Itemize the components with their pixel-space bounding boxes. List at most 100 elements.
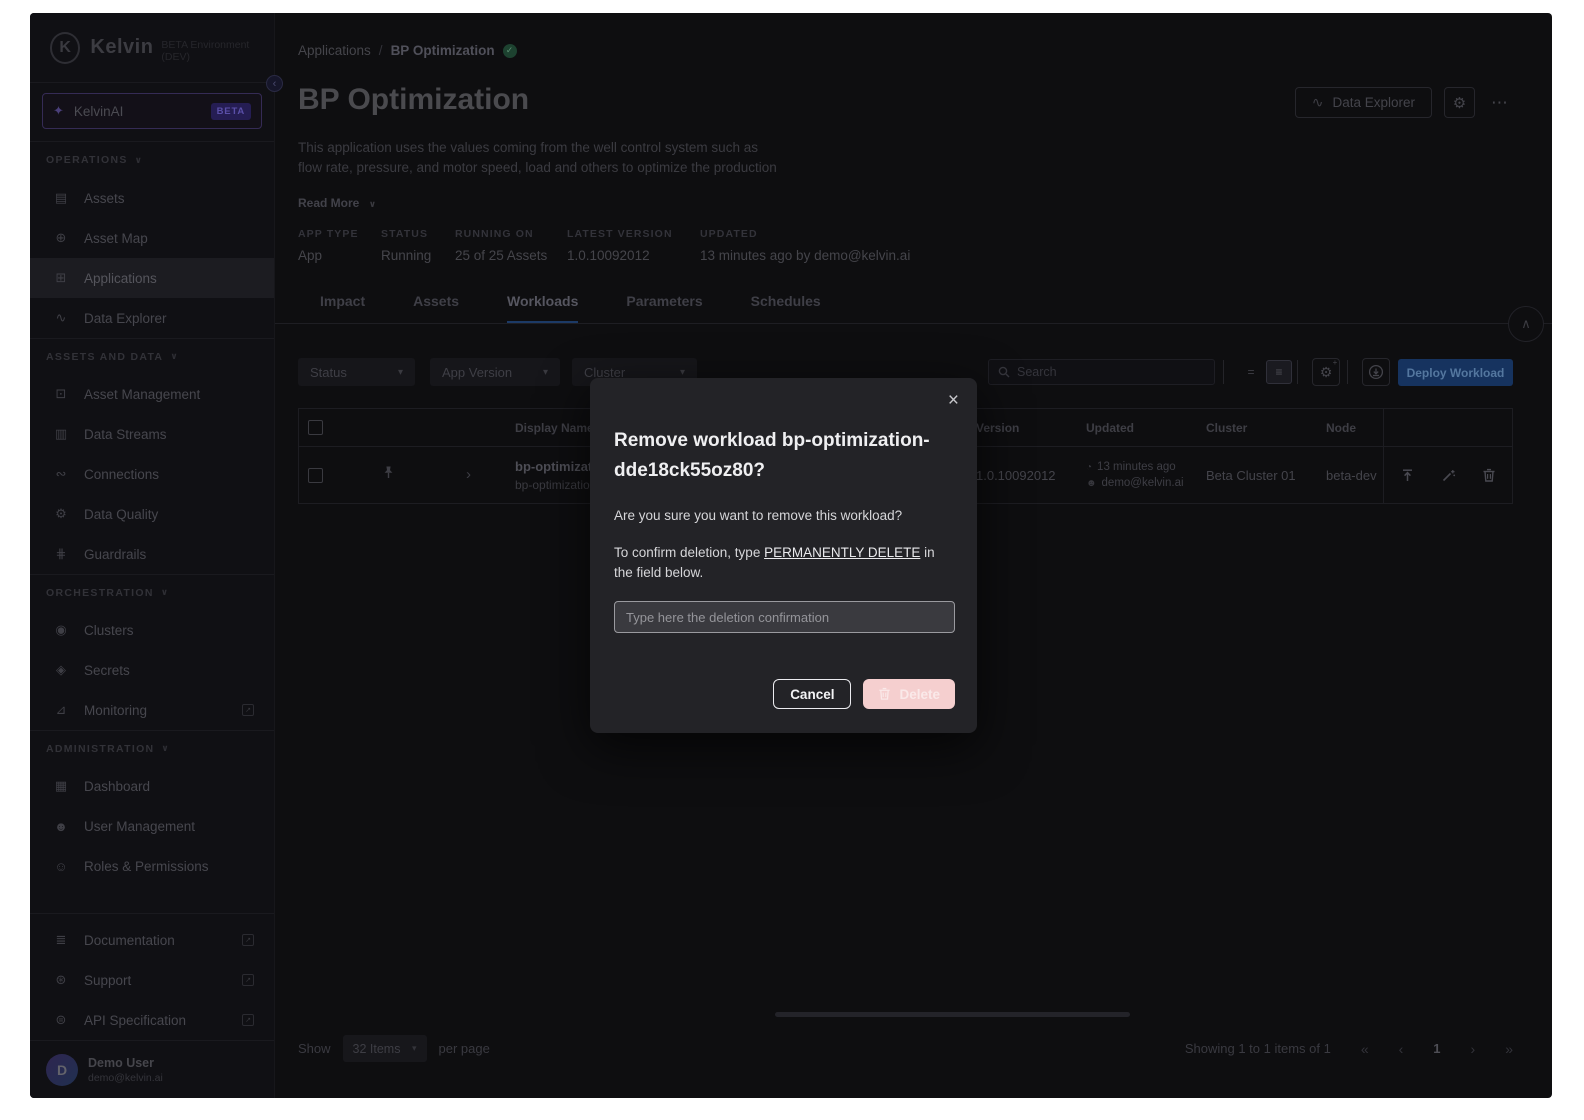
column-cluster[interactable]: Cluster (1206, 421, 1326, 435)
divider (1297, 360, 1298, 384)
sidebar-item-asset-map[interactable]: ⊕ Asset Map (30, 218, 274, 258)
clusters-icon: ◉ (55, 622, 67, 637)
select-all-checkbox[interactable] (308, 420, 323, 435)
meta-value: 25 of 25 Assets (455, 248, 548, 263)
sidebar-item-data-explorer[interactable]: ∿ Data Explorer (30, 298, 274, 338)
breadcrumb-applications[interactable]: Applications (298, 43, 371, 58)
prev-page-button[interactable]: ‹ (1399, 1041, 1404, 1057)
data-explorer-button[interactable]: ∿ Data Explorer (1294, 87, 1432, 118)
clock-icon: ◔ (1086, 461, 1093, 473)
applications-icon: ⊞ (55, 270, 67, 285)
tab-parameters[interactable]: Parameters (626, 293, 702, 323)
delete-workload-button[interactable] (1482, 468, 1496, 483)
avatar: D (46, 1053, 78, 1086)
workload-node: beta-dev (1326, 467, 1377, 483)
tab-schedules[interactable]: Schedules (751, 293, 821, 323)
sidebar-collapse-button[interactable]: ‹ (266, 75, 283, 92)
external-link-icon: ↗ (242, 974, 254, 986)
sidebar-item-secrets[interactable]: ◈ Secrets (30, 650, 274, 690)
expand-row-icon[interactable]: › (466, 466, 471, 483)
first-page-button[interactable]: « (1361, 1041, 1369, 1057)
tab-assets[interactable]: Assets (413, 293, 459, 323)
download-circle-icon (1368, 364, 1384, 380)
section-administration[interactable]: ADMINISTRATION ∨ (30, 730, 274, 766)
updated-by: demo@kelvin.ai (1101, 477, 1184, 489)
chevron-down-icon: ∨ (134, 154, 144, 165)
list-compact-icon: = (1247, 365, 1255, 379)
detailed-view-toggle[interactable]: ≡ (1266, 360, 1292, 384)
section-orchestration[interactable]: ORCHESTRATION ∨ (30, 574, 274, 610)
asset-management-icon: ⊡ (55, 386, 67, 401)
status-filter-dropdown[interactable]: Status ▾ (298, 358, 415, 386)
workload-cluster: Beta Cluster 01 (1206, 467, 1296, 483)
magic-edit-button[interactable] (1441, 468, 1456, 483)
documentation-icon: ≣ (55, 932, 67, 947)
column-updated[interactable]: Updated (1086, 421, 1206, 435)
modal-title: Remove workload bp-optimization-dde18ck5… (614, 430, 930, 481)
read-more-link[interactable]: Read More ∨ (298, 196, 376, 210)
pin-icon[interactable] (381, 465, 396, 480)
section-operations[interactable]: OPERATIONS ∨ (30, 142, 274, 178)
section-assets-and-data[interactable]: ASSETS AND DATA ∨ (30, 338, 274, 374)
external-link-icon: ↗ (242, 934, 254, 946)
sidebar-footer-links: ≣ Documentation ↗ ⊛ Support ↗ ⊜ API Spec… (30, 913, 274, 1040)
user-management-icon: ☻ (54, 818, 68, 834)
compact-view-toggle[interactable]: = (1238, 360, 1264, 384)
deploy-workload-button[interactable]: Deploy Workload (1398, 359, 1513, 386)
app-version-filter-dropdown[interactable]: App Version ▾ (430, 358, 560, 386)
sidebar-item-documentation[interactable]: ≣ Documentation ↗ (30, 920, 274, 960)
next-page-button[interactable]: › (1471, 1041, 1476, 1057)
sidebar-item-clusters[interactable]: ◉ Clusters (30, 610, 274, 650)
horizontal-scrollbar[interactable] (775, 1012, 1130, 1017)
deletion-confirmation-input[interactable] (614, 601, 955, 633)
sidebar-item-support[interactable]: ⊛ Support ↗ (30, 960, 274, 1000)
meta-value: 13 minutes ago by demo@kelvin.ai (700, 248, 911, 263)
auto-settings-button[interactable]: ⚙ (1312, 358, 1340, 386)
sidebar-item-data-streams[interactable]: ▥ Data Streams (30, 414, 274, 454)
more-menu-button[interactable]: ⋯ (1487, 89, 1513, 117)
sidebar-item-applications[interactable]: ⊞ Applications (30, 258, 274, 298)
api-specification-icon: ⊜ (55, 1012, 67, 1027)
chevron-down-icon: ∨ (170, 351, 179, 361)
sidebar-item-guardrails[interactable]: ⋕ Guardrails (30, 534, 274, 574)
user-menu[interactable]: D Demo User demo@kelvin.ai (30, 1040, 274, 1098)
cancel-button[interactable]: Cancel (773, 679, 852, 709)
delete-button[interactable]: Delete (863, 679, 955, 709)
chevron-down-icon: ∨ (160, 587, 170, 597)
tab-impact[interactable]: Impact (320, 293, 365, 323)
chevron-left-icon: ‹ (272, 77, 277, 90)
sidebar-item-assets[interactable]: ▤ Assets (30, 178, 274, 218)
settings-button[interactable]: ⚙ (1444, 87, 1475, 118)
meta-label: UPDATED (700, 228, 758, 240)
trash-icon (1483, 468, 1495, 482)
last-page-button[interactable]: » (1505, 1041, 1513, 1057)
sidebar-item-kelvinai[interactable]: ✦ KelvinAI BETA (42, 93, 262, 129)
person-icon: ☻ (1086, 477, 1097, 489)
tab-workloads[interactable]: Workloads (507, 293, 579, 323)
sidebar-item-connections[interactable]: ∾ Connections (30, 454, 274, 494)
download-button[interactable] (1362, 358, 1390, 386)
sidebar-item-data-quality[interactable]: ⚙ Data Quality (30, 494, 274, 534)
connections-icon: ∾ (55, 466, 67, 481)
sidebar-item-monitoring[interactable]: ⊿ Monitoring ↗ (30, 690, 274, 730)
row-checkbox[interactable] (308, 467, 323, 483)
search-icon (998, 366, 1010, 378)
sidebar-item-roles-permissions[interactable]: ☺ Roles & Permissions (30, 846, 274, 886)
column-version[interactable]: Version (976, 421, 1086, 435)
close-icon[interactable]: × (948, 390, 959, 412)
sidebar-item-api-specification[interactable]: ⊜ API Specification ↗ (30, 1000, 274, 1040)
column-node[interactable]: Node (1326, 421, 1383, 435)
chevron-down-icon: ∨ (368, 199, 377, 209)
page-size-dropdown[interactable]: 32 Items ▾ (342, 1035, 427, 1062)
sidebar-item-user-management[interactable]: ☻ User Management (30, 806, 274, 846)
current-page[interactable]: 1 (1433, 1041, 1440, 1056)
meta-label: RUNNING ON (455, 228, 534, 240)
dropdown-arrow-icon: ▾ (679, 366, 685, 378)
search-input[interactable] (1017, 365, 1205, 379)
sidebar-item-dashboard[interactable]: ▦ Dashboard (30, 766, 274, 806)
data-streams-icon: ▥ (54, 426, 68, 441)
deploy-version-button[interactable] (1400, 468, 1415, 483)
environment-label: BETA Environment (DEV) (161, 38, 250, 63)
collapse-section-button[interactable]: ∧ (1508, 306, 1544, 342)
sidebar-item-asset-management[interactable]: ⊡ Asset Management (30, 374, 274, 414)
